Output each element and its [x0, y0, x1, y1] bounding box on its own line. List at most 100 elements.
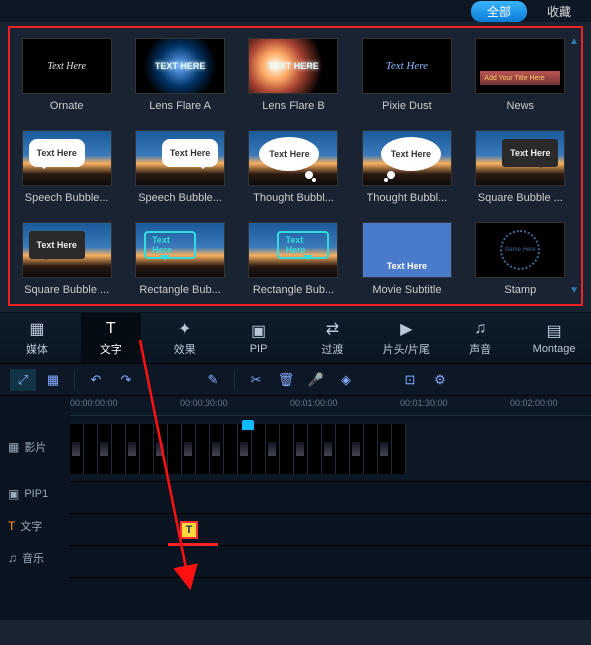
gallery-thumb: Text Here: [362, 130, 452, 186]
snapshot-button[interactable]: ⊡: [397, 369, 423, 391]
effect-icon: ✦: [178, 320, 191, 338]
gallery-item-label: Thought Bubbl...: [367, 192, 448, 204]
tab-transition[interactable]: ⇄过渡: [302, 313, 362, 363]
music-track-label: ♫音乐: [0, 542, 70, 574]
video-clip[interactable]: [70, 424, 84, 474]
gallery-item-label: Rectangle Bub...: [139, 284, 220, 296]
video-clip[interactable]: [266, 424, 280, 474]
gallery-thumb: Add Your Title Here: [475, 38, 565, 94]
settings-button[interactable]: ⚙: [427, 369, 453, 391]
scroll-up-icon[interactable]: ▲: [569, 36, 579, 47]
gallery-item-7[interactable]: Text HereThought Bubbl...: [247, 130, 340, 204]
tab-sound[interactable]: ♫声音: [450, 313, 510, 363]
gallery-item-3[interactable]: Text HerePixie Dust: [360, 38, 453, 112]
gallery-item-9[interactable]: Text HereSquare Bubble ...: [474, 130, 567, 204]
gallery-item-4[interactable]: Add Your Title HereNews: [474, 38, 567, 112]
video-clip[interactable]: [350, 424, 364, 474]
music-icon: ♫: [8, 551, 17, 565]
pip-track-label: ▣PIP1: [0, 478, 70, 510]
redo-button[interactable]: ↷: [113, 369, 139, 391]
all-button[interactable]: 全部: [471, 1, 527, 22]
gallery-item-label: Speech Bubble...: [25, 192, 109, 204]
separator: [147, 371, 148, 389]
video-track[interactable]: [70, 420, 591, 482]
mic-button[interactable]: 🎤: [303, 369, 329, 391]
gallery-item-1[interactable]: TEXT HERELens Flare A: [133, 38, 226, 112]
timeline: ▦影片 ▣PIP1 T文字 ♫音乐 00:00:00:0000:00:30:00…: [0, 396, 591, 620]
gallery-item-8[interactable]: Text Here Thought Bubbl...: [360, 130, 453, 204]
gallery-item-label: Movie Subtitle: [372, 284, 441, 296]
video-clip[interactable]: [252, 424, 266, 474]
tab-label: 效果: [174, 341, 196, 357]
video-clip[interactable]: [308, 424, 322, 474]
edit-button[interactable]: ✎: [200, 369, 226, 391]
gallery-item-label: Speech Bubble...: [138, 192, 222, 204]
tab-label: PIP: [250, 343, 268, 355]
sound-icon: ♫: [474, 320, 486, 338]
video-clip[interactable]: [322, 424, 336, 474]
tab-montage[interactable]: ▤ Montage: [524, 313, 584, 363]
gallery-item-2[interactable]: TEXT HERELens Flare B: [247, 38, 340, 112]
gallery-item-11[interactable]: Text HereRectangle Bub...: [133, 222, 226, 296]
gallery-item-6[interactable]: Text HereSpeech Bubble...: [133, 130, 226, 204]
video-clip[interactable]: [84, 424, 98, 474]
pip-track[interactable]: [70, 482, 591, 514]
video-clip[interactable]: [294, 424, 308, 474]
tab-pip[interactable]: ▣ PIP: [229, 313, 289, 363]
grid-tool[interactable]: ▦: [40, 369, 66, 391]
favorites-link[interactable]: 收藏: [547, 3, 571, 20]
text-icon: T: [8, 519, 15, 533]
gallery-item-12[interactable]: Text HereRectangle Bub...: [247, 222, 340, 296]
gallery-thumb: Text Here: [475, 130, 565, 186]
tab-label: Montage: [533, 343, 576, 355]
gallery-item-14[interactable]: Name HereStamp: [474, 222, 567, 296]
gallery-thumb: Text Here: [22, 38, 112, 94]
tab-text[interactable]: T文字: [81, 313, 141, 363]
cut-button[interactable]: ✂: [243, 369, 269, 391]
time-ruler[interactable]: 00:00:00:0000:00:30:0000:01:00:0000:01:3…: [70, 396, 591, 416]
text-clip[interactable]: T: [180, 521, 198, 539]
delete-button[interactable]: 🗑: [273, 369, 299, 391]
main-tabs: ▦媒体 T文字 ✦ 效果 ▣ PIP ⇄过渡 ▶片头/片尾 ♫声音 ▤ Montage: [0, 312, 591, 364]
video-clip[interactable]: [364, 424, 378, 474]
gallery-item-13[interactable]: Text HereMovie Subtitle: [360, 222, 453, 296]
montage-icon: ▤: [547, 322, 562, 340]
tab-intro[interactable]: ▶片头/片尾: [376, 313, 436, 363]
gallery-item-0[interactable]: Text HereOrnate: [20, 38, 113, 112]
tab-effect[interactable]: ✦ 效果: [155, 313, 215, 363]
video-clip[interactable]: [238, 424, 252, 474]
ruler-tick: 00:01:00:00: [290, 398, 338, 408]
video-clip[interactable]: [224, 424, 238, 474]
gallery-item-label: Rectangle Bub...: [253, 284, 334, 296]
video-clip[interactable]: [112, 424, 126, 474]
video-clip[interactable]: [140, 424, 154, 474]
video-clip[interactable]: [280, 424, 294, 474]
gallery-item-10[interactable]: Text HereSquare Bubble ...: [20, 222, 113, 296]
video-clip[interactable]: [196, 424, 210, 474]
music-track[interactable]: [70, 546, 591, 578]
video-clip[interactable]: [378, 424, 392, 474]
zoom-tool[interactable]: ⤢: [10, 369, 36, 391]
video-clip[interactable]: [182, 424, 196, 474]
pip-icon: ▣: [251, 322, 266, 340]
gallery-item-label: Square Bubble ...: [24, 284, 109, 296]
text-track[interactable]: T: [70, 514, 591, 546]
undo-button[interactable]: ↶: [83, 369, 109, 391]
video-clip[interactable]: [126, 424, 140, 474]
gallery-thumb: TEXT HERE: [248, 38, 338, 94]
video-clip[interactable]: [154, 424, 168, 474]
video-clip[interactable]: [168, 424, 182, 474]
marker-button[interactable]: ◈: [333, 369, 359, 391]
separator: [74, 371, 75, 389]
gallery-item-5[interactable]: Text HereSpeech Bubble...: [20, 130, 113, 204]
separator: [234, 371, 235, 389]
video-clip[interactable]: [98, 424, 112, 474]
gallery-thumb: Name Here: [475, 222, 565, 278]
video-clip[interactable]: [210, 424, 224, 474]
tab-media[interactable]: ▦媒体: [7, 313, 67, 363]
text-track-label: T文字: [0, 510, 70, 542]
video-clip[interactable]: [336, 424, 350, 474]
scroll-down-icon[interactable]: ▼: [569, 285, 579, 296]
gallery-thumb: TEXT HERE: [135, 38, 225, 94]
video-clip[interactable]: [392, 424, 406, 474]
